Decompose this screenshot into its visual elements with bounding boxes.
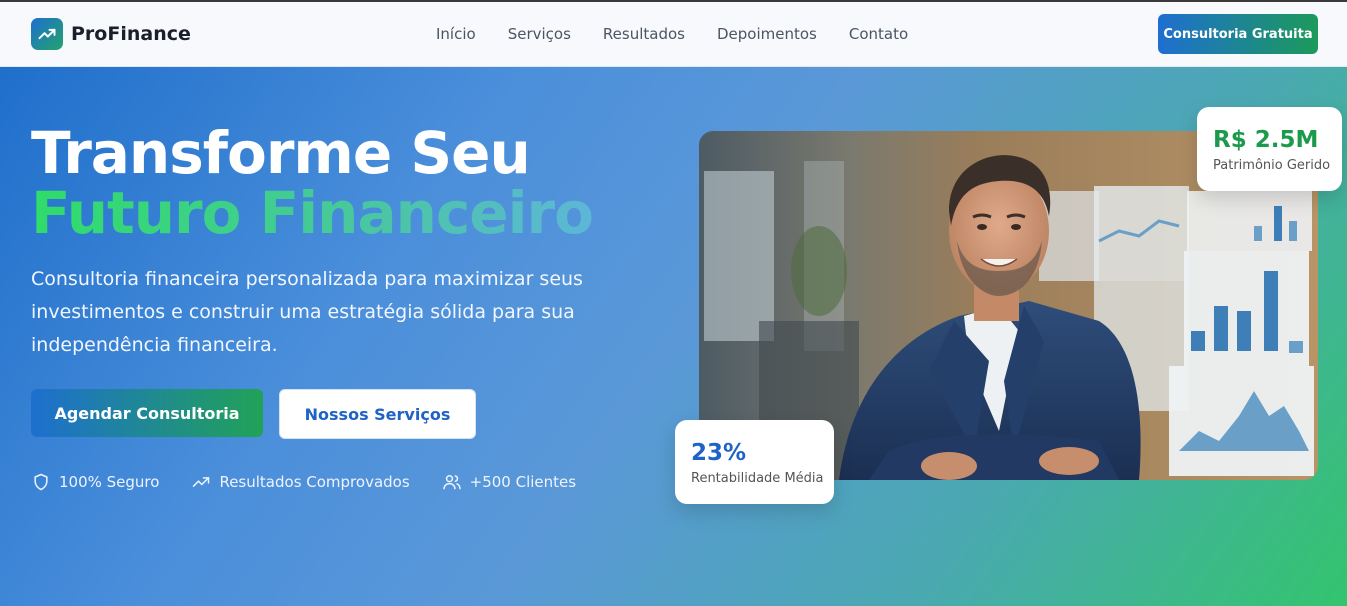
site-header: ProFinance Início Serviços Resultados De…: [0, 2, 1347, 67]
users-icon: [442, 475, 461, 490]
free-consultation-button[interactable]: Consultoria Gratuita: [1158, 14, 1318, 54]
nav-item-resultados[interactable]: Resultados: [603, 25, 685, 43]
feature-results: Resultados Comprovados: [191, 472, 410, 492]
feature-label: Resultados Comprovados: [219, 473, 410, 491]
feature-label: +500 Clientes: [469, 473, 577, 491]
feature-label: 100% Seguro: [59, 473, 160, 491]
hero-description: Consultoria financeira personalizada par…: [31, 268, 583, 356]
schedule-consultation-button[interactable]: Agendar Consultoria: [31, 389, 263, 437]
feature-secure: 100% Seguro: [31, 472, 159, 492]
trending-up-icon: [193, 477, 210, 487]
brand-name: ProFinance: [71, 23, 191, 45]
nav-item-inicio[interactable]: Início: [436, 25, 476, 43]
nav-item-servicos[interactable]: Serviços: [508, 25, 571, 43]
feature-clients: +500 Clientes: [442, 472, 576, 492]
hero-section: Transforme Seu Futuro Financeiro Consult…: [0, 67, 1347, 606]
nav-item-contato[interactable]: Contato: [849, 25, 908, 43]
trending-up-icon: [31, 18, 63, 50]
stat-card-assets: R$ 2.5M Patrimônio Gerido: [1197, 107, 1342, 191]
shield-icon: [34, 473, 48, 491]
hero-title-line2: Futuro Financeiro: [31, 179, 594, 247]
brand-logo[interactable]: ProFinance: [31, 18, 191, 50]
stat-value: R$ 2.5M: [1213, 127, 1319, 153]
nav-item-depoimentos[interactable]: Depoimentos: [717, 25, 817, 43]
main-nav: Início Serviços Resultados Depoimentos C…: [436, 25, 940, 43]
stat-label: Rentabilidade Média: [691, 471, 824, 486]
our-services-button[interactable]: Nossos Serviços: [279, 389, 476, 439]
trust-features: 100% Seguro Resultados Comprovados +500 …: [31, 472, 608, 492]
stat-value: 23%: [691, 440, 747, 466]
stat-card-return: 23% Rentabilidade Média: [675, 420, 834, 504]
hero-title-line1: Transforme Seu: [31, 119, 531, 187]
stat-label: Patrimônio Gerido: [1213, 158, 1331, 173]
